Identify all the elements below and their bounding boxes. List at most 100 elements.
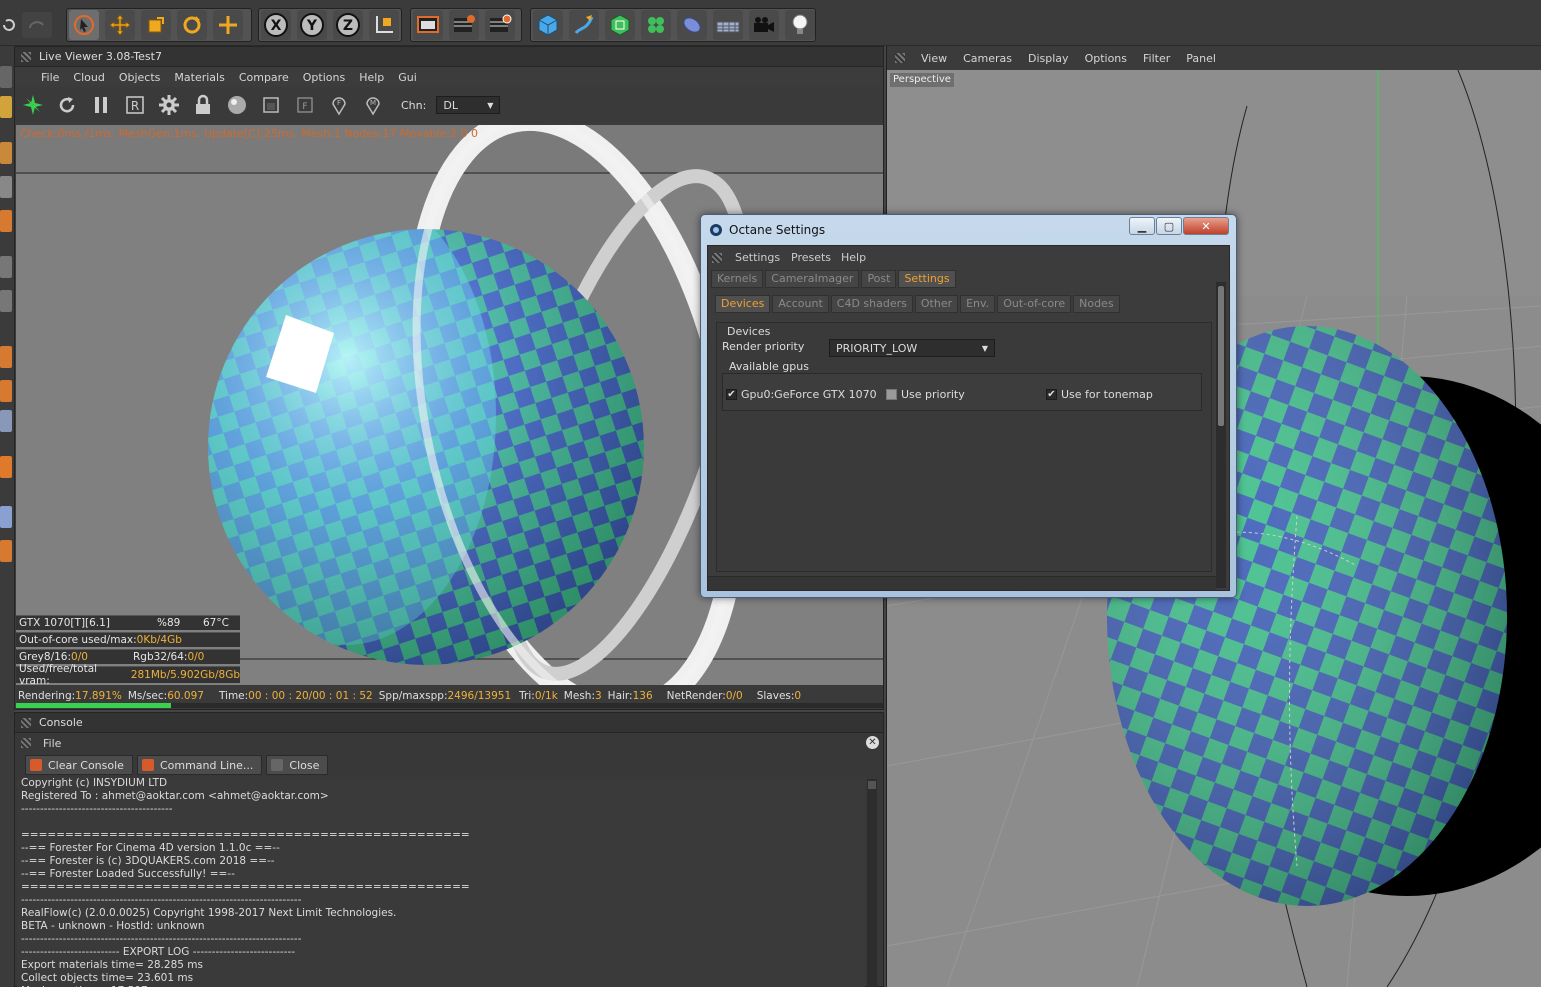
tab-settings[interactable]: Settings [898, 270, 956, 288]
panel-grip-icon[interactable] [712, 253, 722, 263]
y-axis-icon[interactable]: Y [297, 10, 327, 40]
render-view-icon[interactable] [449, 10, 479, 40]
vp-menu-panel[interactable]: Panel [1186, 52, 1216, 65]
gpu-row: ✔ Gpu0:GeForce GTX 1070 [726, 388, 877, 401]
floor-icon[interactable] [713, 10, 743, 40]
panel-grip-icon[interactable] [21, 738, 31, 748]
close-button[interactable]: ✕ [1183, 217, 1229, 235]
restart-icon[interactable] [55, 93, 79, 117]
console-output[interactable]: Copyright (c) INSYDIUM LTD Registered To… [17, 777, 865, 987]
material-ball-icon[interactable] [225, 93, 249, 117]
lv-menu-file[interactable]: File [41, 71, 59, 84]
subtab-out-of-core[interactable]: Out-of-core [997, 295, 1072, 313]
clay-mode-icon[interactable] [259, 93, 283, 117]
use-priority-checkbox[interactable] [886, 389, 897, 400]
subtab-c4d-shaders[interactable]: C4D shaders [830, 295, 913, 313]
lv-menu-compare[interactable]: Compare [239, 71, 289, 84]
pause-icon[interactable] [89, 93, 113, 117]
channel-select[interactable]: DL ▼ [436, 96, 501, 114]
clear-console-button[interactable]: Clear Console [25, 755, 133, 775]
deformer-icon[interactable] [677, 10, 707, 40]
minimize-icon: ▁ [1137, 219, 1147, 233]
subtab-devices[interactable]: Devices [715, 295, 771, 313]
snap-icon[interactable] [0, 346, 12, 368]
tab-kernels[interactable]: Kernels [711, 270, 764, 288]
subdivision-icon[interactable] [605, 10, 635, 40]
tweak-mode-icon[interactable] [0, 506, 12, 528]
panel-grip-icon[interactable] [895, 53, 905, 63]
film-region-icon[interactable]: F [293, 93, 317, 117]
command-line-button[interactable]: Command Line... [136, 755, 263, 775]
texture-mode-icon[interactable] [0, 142, 12, 164]
lv-menu-cloud[interactable]: Cloud [73, 71, 104, 84]
z-axis-icon[interactable]: Z [333, 10, 363, 40]
axis-mode-icon[interactable] [0, 290, 12, 312]
light-icon[interactable] [785, 10, 815, 40]
cloner-icon[interactable] [641, 10, 671, 40]
solo-mode-icon[interactable] [0, 540, 12, 562]
undo-icon[interactable] [0, 12, 18, 38]
close-console-button[interactable]: Close [266, 755, 329, 775]
pick-focus-icon[interactable]: F [327, 93, 351, 117]
use-tonemap-checkbox[interactable]: ✔ [1046, 389, 1057, 400]
vp-menu-cameras[interactable]: Cameras [963, 52, 1012, 65]
maximize-button[interactable]: ▢ [1156, 217, 1182, 235]
region-render-icon[interactable]: R [123, 93, 147, 117]
cube-icon[interactable] [533, 10, 563, 40]
subtab-account[interactable]: Account [772, 295, 829, 313]
world-coord-icon[interactable] [369, 10, 399, 40]
subtab-nodes[interactable]: Nodes [1073, 295, 1120, 313]
lv-menu-gui[interactable]: Gui [398, 71, 417, 84]
lock-icon[interactable] [191, 93, 215, 117]
scroll-thumb[interactable] [1218, 286, 1224, 426]
subtab-env[interactable]: Env. [960, 295, 996, 313]
scroll-up-arrow-icon[interactable] [868, 781, 876, 789]
dlg-menu-presets[interactable]: Presets [791, 251, 831, 264]
close-icon[interactable]: ✕ [866, 736, 879, 749]
vp-menu-display[interactable]: Display [1028, 52, 1069, 65]
render-settings-icon[interactable] [485, 10, 515, 40]
scale-icon[interactable] [141, 10, 171, 40]
pick-material-icon[interactable]: M [361, 93, 385, 117]
panel-grip-icon[interactable] [21, 51, 31, 62]
console-menu-file[interactable]: File [43, 737, 61, 750]
render-priority-select[interactable]: PRIORITY_LOW ▼ [829, 339, 995, 357]
x-axis-label: X [271, 18, 282, 34]
panel-grip-icon[interactable] [21, 717, 31, 728]
object-mode-icon[interactable] [0, 96, 12, 118]
move-icon[interactable] [105, 10, 135, 40]
polygons-mode-icon[interactable] [0, 256, 12, 278]
gpu-enable-checkbox[interactable]: ✔ [726, 389, 737, 400]
camera-icon[interactable] [749, 10, 779, 40]
pen-icon[interactable] [569, 10, 599, 40]
rotate-icon[interactable] [177, 10, 207, 40]
tab-cameraimager[interactable]: CameraImager [765, 270, 860, 288]
lv-menu-materials[interactable]: Materials [174, 71, 224, 84]
lock-workplane-icon[interactable] [0, 410, 12, 432]
select-arrow-icon[interactable] [69, 10, 99, 40]
points-mode-icon[interactable] [0, 176, 12, 198]
lv-menu-help[interactable]: Help [359, 71, 384, 84]
edges-mode-icon[interactable] [0, 210, 12, 232]
vp-menu-filter[interactable]: Filter [1143, 52, 1170, 65]
redo-icon[interactable] [22, 12, 52, 38]
send-scene-icon[interactable] [21, 93, 45, 117]
vp-menu-view[interactable]: View [921, 52, 947, 65]
minimize-button[interactable]: ▁ [1129, 217, 1155, 235]
vp-menu-options[interactable]: Options [1085, 52, 1127, 65]
dlg-menu-settings[interactable]: Settings [735, 251, 780, 264]
settings-gear-icon[interactable] [157, 93, 181, 117]
add-icon[interactable] [213, 10, 243, 40]
dialog-scrollbar[interactable] [1216, 282, 1226, 588]
x-axis-icon[interactable]: X [261, 10, 291, 40]
model-mode-icon[interactable] [0, 66, 12, 88]
dlg-menu-help[interactable]: Help [841, 251, 866, 264]
soft-selection-icon[interactable] [0, 456, 12, 478]
lv-menu-options[interactable]: Options [303, 71, 345, 84]
subtab-other[interactable]: Other [914, 295, 959, 313]
render-region-icon[interactable] [413, 10, 443, 40]
lv-menu-objects[interactable]: Objects [119, 71, 161, 84]
console-scrollbar[interactable] [867, 779, 877, 987]
tab-post[interactable]: Post [861, 270, 897, 288]
workplane-icon[interactable] [0, 380, 12, 402]
